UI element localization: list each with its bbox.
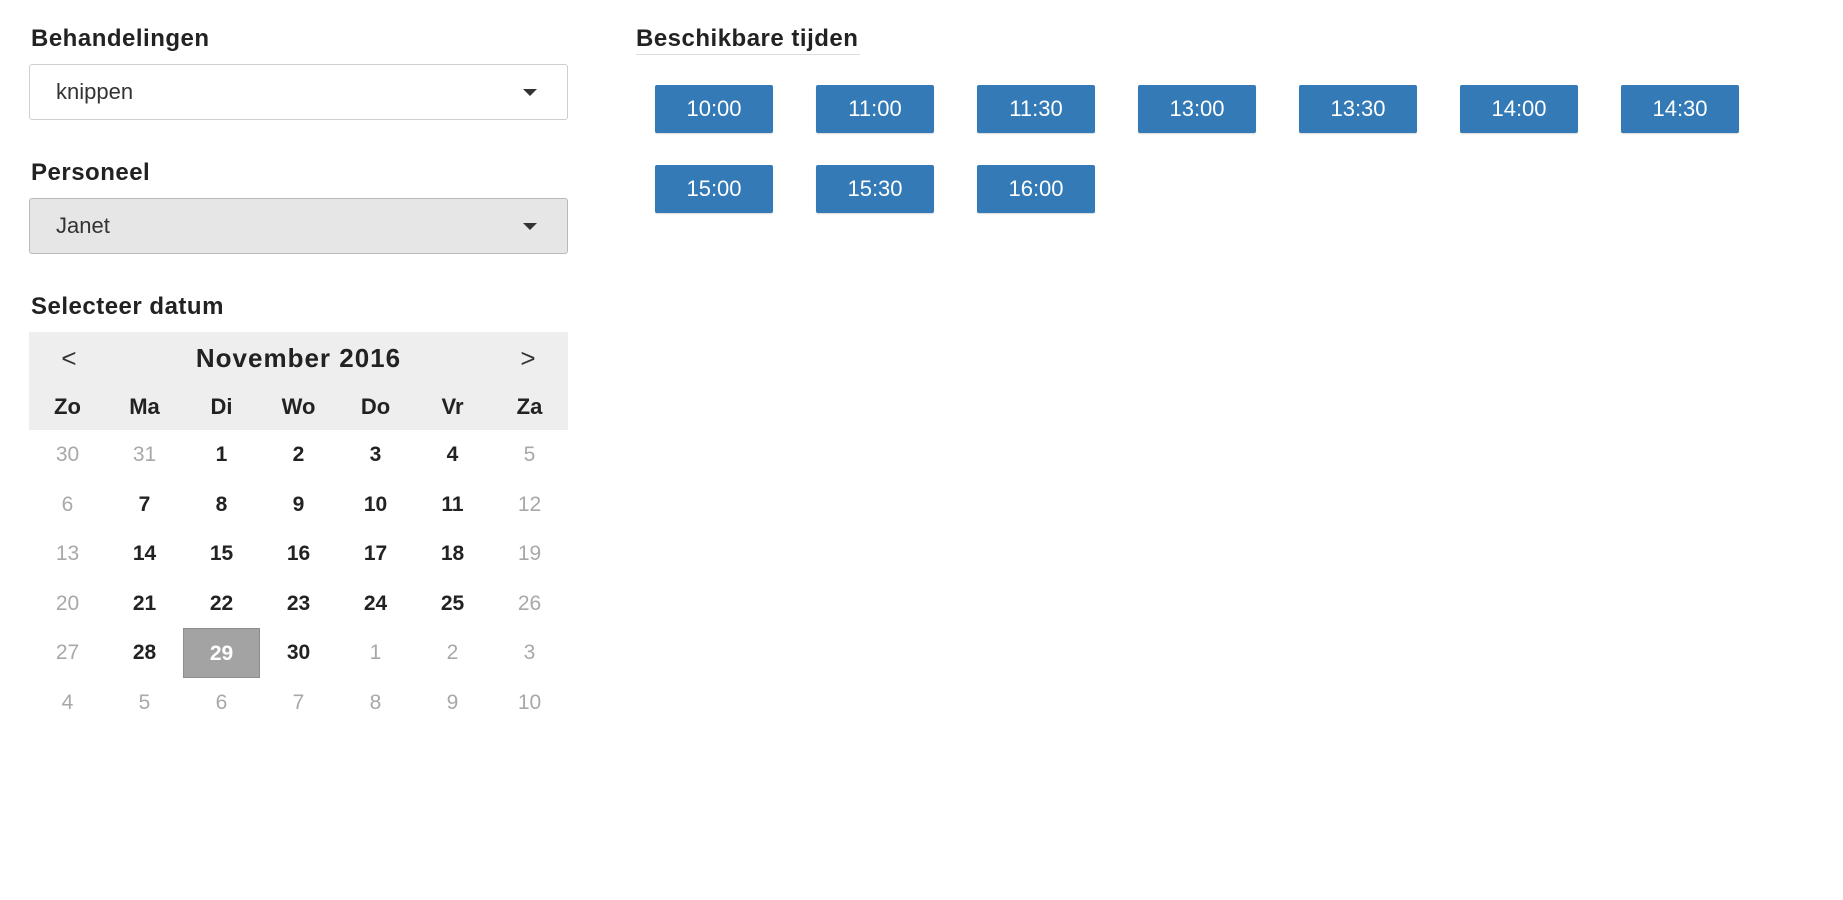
calendar-day[interactable]: 17 [337, 529, 414, 579]
calendar-day: 6 [61, 492, 74, 516]
calendar-header: < November 2016 > [29, 332, 568, 384]
calendar-day[interactable]: 25 [414, 579, 491, 629]
calendar-day: 31 [132, 443, 157, 466]
treatments-select-value: knippen [56, 79, 134, 104]
calendar-day: 30 [55, 443, 80, 466]
calendar-day[interactable]: 23 [260, 579, 337, 629]
calendar-day[interactable]: 16 [260, 529, 337, 579]
time-slot-button[interactable]: 15:00 [655, 165, 773, 213]
calendar-grid: Zo Ma Di Wo Do Vr Za 30 31 1 2 3 4 5 6 7 8 9 10 11 12 13 14 15 1… [29, 384, 568, 727]
calendar-day: 6 [215, 690, 228, 714]
calendar-month-title: November 2016 [195, 342, 402, 373]
calendar-day: 1 [369, 641, 382, 664]
calendar-day[interactable]: 10 [337, 480, 414, 530]
calendar-day: 8 [369, 690, 382, 714]
calendar-day[interactable]: 3 [337, 430, 414, 480]
booking-form: Behandelingen knippen Personeel Janet Se… [29, 24, 568, 727]
calendar-day: 10 [517, 690, 542, 714]
calendar-day: 19 [517, 542, 542, 565]
caret-down-icon [523, 223, 537, 230]
time-slot-button[interactable]: 14:00 [1460, 85, 1578, 133]
time-slot-button[interactable]: 14:30 [1621, 85, 1739, 133]
calendar-day[interactable]: 18 [414, 529, 491, 579]
date-label: Selecteer datum [31, 293, 224, 320]
treatments-label: Behandelingen [31, 25, 210, 52]
calendar-day: 27 [55, 641, 80, 664]
calendar-day[interactable]: 14 [106, 529, 183, 579]
time-slot-button[interactable]: 10:00 [655, 85, 773, 133]
booking-page: Behandelingen knippen Personeel Janet Se… [0, 0, 1843, 900]
weekday-header: Za [491, 384, 568, 430]
calendar-day[interactable]: 21 [106, 579, 183, 629]
calendar-day[interactable]: 8 [183, 480, 260, 530]
next-month-button[interactable]: > [488, 343, 568, 374]
weekday-header: Wo [260, 384, 337, 430]
calendar-day: 3 [523, 641, 536, 664]
calendar-day: 2 [446, 641, 459, 664]
caret-down-icon [523, 89, 537, 96]
time-slot-button[interactable]: 11:00 [816, 85, 934, 133]
weekday-header: Zo [29, 384, 106, 430]
calendar-day[interactable]: 9 [260, 480, 337, 530]
time-slot-list: 10:00 11:00 11:30 13:00 13:30 14:00 14:30 15:00… [655, 85, 1786, 213]
time-slot-button[interactable]: 13:30 [1299, 85, 1417, 133]
calendar-day: 5 [523, 443, 536, 466]
calendar-day[interactable]: 28 [106, 628, 183, 678]
calendar-day: 7 [292, 690, 305, 714]
time-slot-button[interactable]: 16:00 [977, 165, 1095, 213]
calendar-day: 20 [55, 591, 80, 615]
prev-month-button[interactable]: < [29, 343, 109, 374]
time-slot-button[interactable]: 13:00 [1138, 85, 1256, 133]
date-picker: < November 2016 > Zo Ma Di Wo Do Vr Za 30 31 1 2 3 4… [29, 332, 568, 727]
weekday-header: Ma [106, 384, 183, 430]
calendar-day-selected[interactable]: 29 [183, 628, 260, 678]
calendar-day: 13 [55, 542, 80, 565]
calendar-day[interactable]: 24 [337, 579, 414, 629]
calendar-day: 9 [446, 690, 459, 714]
weekday-header: Do [337, 384, 414, 430]
time-slot-button[interactable]: 15:30 [816, 165, 934, 213]
calendar-day: 26 [517, 591, 542, 615]
calendar-day: 5 [138, 690, 151, 714]
calendar-day[interactable]: 30 [260, 628, 337, 678]
calendar-day: 4 [61, 690, 74, 714]
calendar-day[interactable]: 7 [106, 480, 183, 530]
staff-select-value: Janet [56, 213, 110, 238]
time-slot-button[interactable]: 11:30 [977, 85, 1095, 133]
available-times-label: Beschikbare tijden [636, 24, 861, 55]
calendar-day[interactable]: 4 [414, 430, 491, 480]
calendar-day[interactable]: 15 [183, 529, 260, 579]
calendar-day[interactable]: 1 [183, 430, 260, 480]
calendar-day[interactable]: 2 [260, 430, 337, 480]
calendar-day[interactable]: 22 [183, 579, 260, 629]
calendar-day[interactable]: 11 [414, 480, 491, 530]
weekday-header: Vr [414, 384, 491, 430]
weekday-header: Di [183, 384, 260, 430]
treatments-select[interactable]: knippen [29, 64, 568, 120]
staff-label: Personeel [31, 159, 151, 186]
staff-select[interactable]: Janet [29, 198, 568, 254]
available-times-panel: Beschikbare tijden 10:00 11:00 11:30 13:00 1… [636, 24, 1786, 213]
calendar-day: 12 [517, 492, 542, 516]
